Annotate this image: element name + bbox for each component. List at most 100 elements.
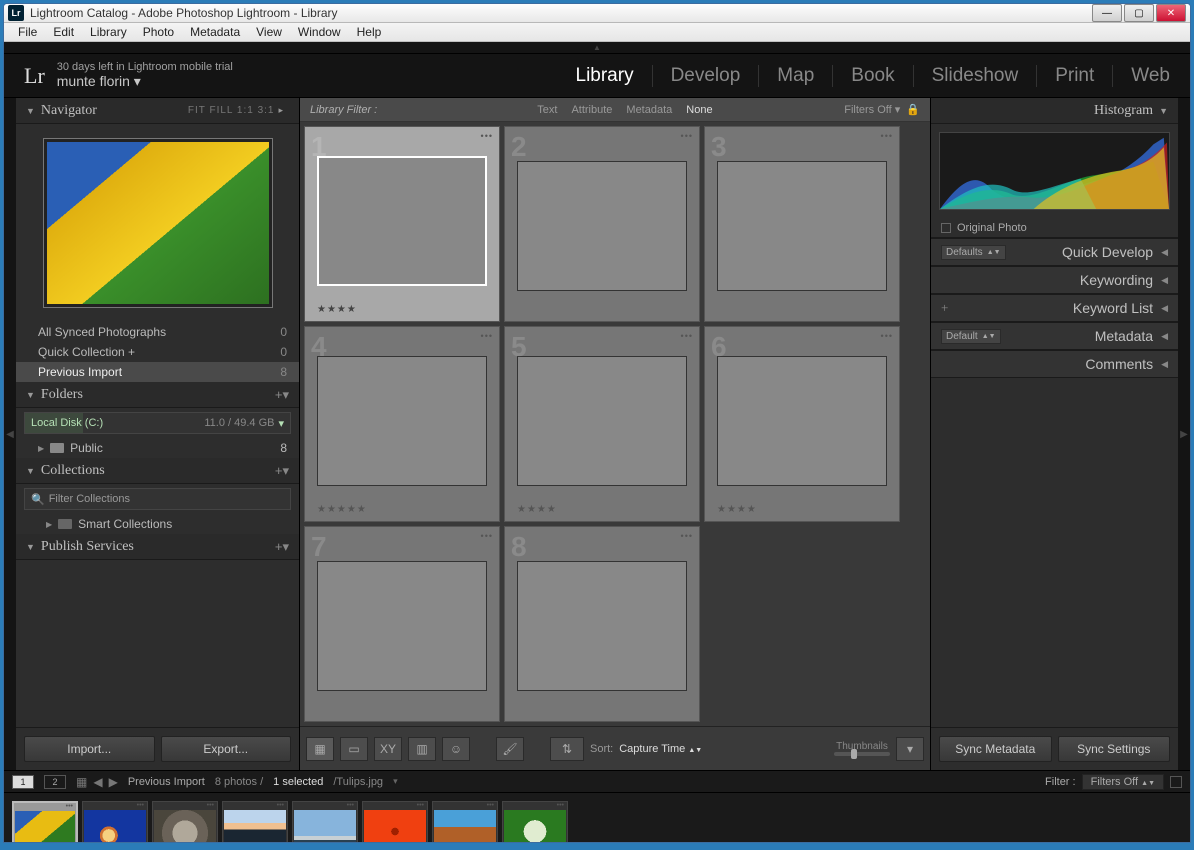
menu-file[interactable]: File <box>10 23 45 41</box>
module-web[interactable]: Web <box>1131 65 1170 87</box>
breadcrumb[interactable]: Previous Import <box>128 776 205 788</box>
metadata-preset-dropdown[interactable]: Default▲▼ <box>941 329 1001 344</box>
view-survey-button[interactable]: ▥ <box>408 737 436 761</box>
toolbar-options-button[interactable]: ▾ <box>896 737 924 761</box>
add-folder-icon[interactable]: +▾ <box>275 387 289 403</box>
cell-menu-icon[interactable]: ••• <box>481 131 493 141</box>
filmstrip-thumb[interactable]: •••★★★ <box>502 801 568 844</box>
export-button[interactable]: Export... <box>161 736 292 762</box>
catalog-all-synced[interactable]: All Synced Photographs0 <box>16 322 299 342</box>
thumbnail[interactable] <box>517 561 687 691</box>
grid-icon[interactable]: ▦ <box>76 775 87 789</box>
keyword-list-header[interactable]: +Keyword List◀ <box>931 294 1178 322</box>
add-collection-icon[interactable]: +▾ <box>275 463 289 479</box>
menu-photo[interactable]: Photo <box>135 23 182 41</box>
menu-view[interactable]: View <box>248 23 290 41</box>
minimize-button[interactable]: — <box>1092 4 1122 22</box>
sync-settings-button[interactable]: Sync Settings <box>1058 736 1171 762</box>
thumbnail-slider[interactable] <box>834 752 890 756</box>
thumb-menu-icon[interactable]: ••• <box>223 802 287 809</box>
screen-1-button[interactable]: 1 <box>12 775 34 789</box>
catalog-quick-collection[interactable]: Quick Collection +0 <box>16 342 299 362</box>
sort-direction-button[interactable]: ⇅ <box>550 737 584 761</box>
thumbnail[interactable] <box>317 356 487 486</box>
collections-header[interactable]: ▼Collections+▾ <box>16 458 299 484</box>
filmstrip-thumb[interactable]: •••★★★★ <box>12 801 78 844</box>
cell-menu-icon[interactable]: ••• <box>681 331 693 341</box>
star-rating[interactable]: ★★★★★ <box>305 502 499 521</box>
grid-cell[interactable]: 2 ••• <box>504 126 700 322</box>
metadata-header[interactable]: Default▲▼ Metadata◀ <box>931 322 1178 350</box>
thumb-menu-icon[interactable]: ••• <box>433 802 497 809</box>
grid-cell[interactable]: 3 ••• <box>704 126 900 322</box>
thumbnail[interactable] <box>717 161 887 291</box>
module-map[interactable]: Map <box>777 65 814 87</box>
painter-button[interactable]: 🖌 <box>496 737 524 761</box>
cell-menu-icon[interactable]: ••• <box>681 531 693 541</box>
forward-icon[interactable]: ▶ <box>109 775 118 789</box>
screen-2-button[interactable]: 2 <box>44 775 66 789</box>
back-icon[interactable]: ◀ <box>93 775 102 789</box>
navigator-preview[interactable] <box>16 124 299 322</box>
star-rating[interactable] <box>305 713 499 721</box>
checkbox-icon[interactable] <box>941 223 951 233</box>
left-handle[interactable]: ◀ <box>4 98 16 770</box>
filter-text[interactable]: Text <box>537 104 557 116</box>
thumb-menu-icon[interactable]: ••• <box>153 802 217 809</box>
grid-cell[interactable]: 4 ••• ★★★★★ <box>304 326 500 522</box>
view-loupe-button[interactable]: ▭ <box>340 737 368 761</box>
grid-cell[interactable]: 7 ••• <box>304 526 500 722</box>
grid-cell[interactable]: 1 ••• ★★★★ <box>304 126 500 322</box>
thumb-menu-icon[interactable]: ••• <box>503 802 567 809</box>
cell-menu-icon[interactable]: ••• <box>681 131 693 141</box>
view-grid-button[interactable]: ▦ <box>306 737 334 761</box>
username[interactable]: munte florin ▾ <box>57 73 233 90</box>
menu-library[interactable]: Library <box>82 23 135 41</box>
star-rating[interactable] <box>705 313 899 321</box>
cell-menu-icon[interactable]: ••• <box>881 331 893 341</box>
filters-off-dropdown[interactable]: Filters Off ▾ <box>844 103 900 116</box>
comments-header[interactable]: Comments◀ <box>931 350 1178 378</box>
cell-menu-icon[interactable]: ••• <box>881 131 893 141</box>
module-book[interactable]: Book <box>851 65 894 87</box>
right-handle[interactable]: ▶ <box>1178 98 1190 770</box>
smart-collections[interactable]: ▶Smart Collections <box>16 514 299 534</box>
lock-icon[interactable]: 🔒 <box>906 103 920 116</box>
star-rating[interactable]: ★★★★ <box>705 502 899 521</box>
view-people-button[interactable]: ☺ <box>442 737 470 761</box>
sync-metadata-button[interactable]: Sync Metadata <box>939 736 1052 762</box>
filter-attribute[interactable]: Attribute <box>571 104 612 116</box>
menu-window[interactable]: Window <box>290 23 349 41</box>
grid-cell[interactable]: 5 ••• ★★★★ <box>504 326 700 522</box>
filmstrip-thumb[interactable]: •••★★★★★ <box>222 801 288 844</box>
filter-dropdown[interactable]: Filters Off ▲▼ <box>1082 774 1164 790</box>
star-rating[interactable]: ★★★★ <box>505 502 699 521</box>
filmstrip-thumb[interactable]: ••• <box>152 801 218 844</box>
thumb-menu-icon[interactable]: ••• <box>363 802 427 809</box>
quick-develop-header[interactable]: Defaults▲▼ Quick Develop◀ <box>931 238 1178 266</box>
filter-metadata[interactable]: Metadata <box>626 104 672 116</box>
menu-help[interactable]: Help <box>349 23 390 41</box>
thumbnail[interactable] <box>317 561 487 691</box>
sort-dropdown[interactable]: Capture Time ▲▼ <box>619 743 702 755</box>
filter-flag-icon[interactable] <box>1170 776 1182 788</box>
view-compare-button[interactable]: XY <box>374 737 402 761</box>
thumb-menu-icon[interactable]: ••• <box>293 802 357 809</box>
thumbnail[interactable] <box>517 356 687 486</box>
histogram-header[interactable]: Histogram▼ <box>931 98 1178 124</box>
module-develop[interactable]: Develop <box>671 65 741 87</box>
filmstrip-thumb[interactable]: •••★★★ <box>432 801 498 844</box>
filmstrip-thumb[interactable]: ••• <box>82 801 148 844</box>
top-grip[interactable]: ▲ <box>4 42 1190 54</box>
defaults-dropdown[interactable]: Defaults▲▼ <box>941 245 1006 260</box>
filter-collections-input[interactable]: 🔍Filter Collections <box>24 488 291 510</box>
folder-public[interactable]: ▶Public8 <box>16 438 299 458</box>
close-button[interactable]: ✕ <box>1156 4 1186 22</box>
module-print[interactable]: Print <box>1055 65 1094 87</box>
thumbnail[interactable] <box>517 161 687 291</box>
folders-header[interactable]: ▼Folders+▾ <box>16 382 299 408</box>
filmstrip-thumb[interactable]: •••★★★★ <box>292 801 358 844</box>
thumb-menu-icon[interactable]: ••• <box>83 802 147 809</box>
keywording-header[interactable]: Keywording◀ <box>931 266 1178 294</box>
catalog-previous-import[interactable]: Previous Import8 <box>16 362 299 382</box>
